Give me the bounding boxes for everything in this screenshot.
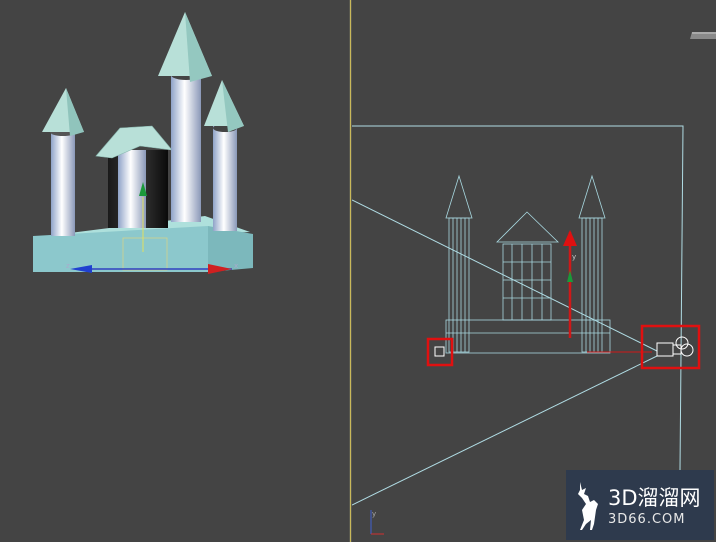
camera-highlight[interactable] bbox=[640, 324, 701, 370]
wire-base bbox=[445, 319, 611, 354]
camera-target-icon[interactable] bbox=[434, 346, 445, 357]
castle-base-side bbox=[208, 226, 253, 272]
viewcube-icon[interactable] bbox=[688, 30, 716, 40]
watermark-banner: 3D溜溜网 3D66.COM bbox=[566, 470, 714, 540]
watermark-url: 3D66.COM bbox=[608, 512, 686, 527]
corner-y-label: y bbox=[372, 510, 376, 518]
gizmo-z-label: z bbox=[66, 262, 70, 270]
gizmo-x-label: x bbox=[234, 262, 238, 270]
watermark-title: 3D溜溜网 bbox=[608, 486, 701, 510]
tower-right bbox=[213, 125, 237, 231]
castle-shaded-model[interactable]: z x bbox=[0, 0, 349, 542]
gizmo-y-arrow-green-icon bbox=[567, 270, 573, 282]
front-wireframe-scene[interactable]: y y bbox=[352, 0, 716, 542]
left-viewport-perspective[interactable]: z x bbox=[0, 0, 349, 542]
right-viewport-front[interactable]: y y bbox=[352, 0, 716, 542]
wire-tower-right bbox=[578, 174, 606, 353]
gizmo-y-label: y bbox=[572, 253, 576, 261]
wire-tower-left bbox=[445, 174, 473, 353]
frustum-line-top bbox=[352, 199, 658, 352]
gizmo-y-arrow-red-icon bbox=[563, 230, 577, 246]
deer-logo-icon bbox=[578, 482, 598, 530]
camera-icon[interactable] bbox=[656, 336, 694, 357]
camera-target-highlight[interactable] bbox=[426, 337, 454, 367]
tower-left bbox=[51, 130, 75, 236]
tower-tall bbox=[171, 72, 201, 222]
wire-center-block bbox=[496, 211, 559, 321]
